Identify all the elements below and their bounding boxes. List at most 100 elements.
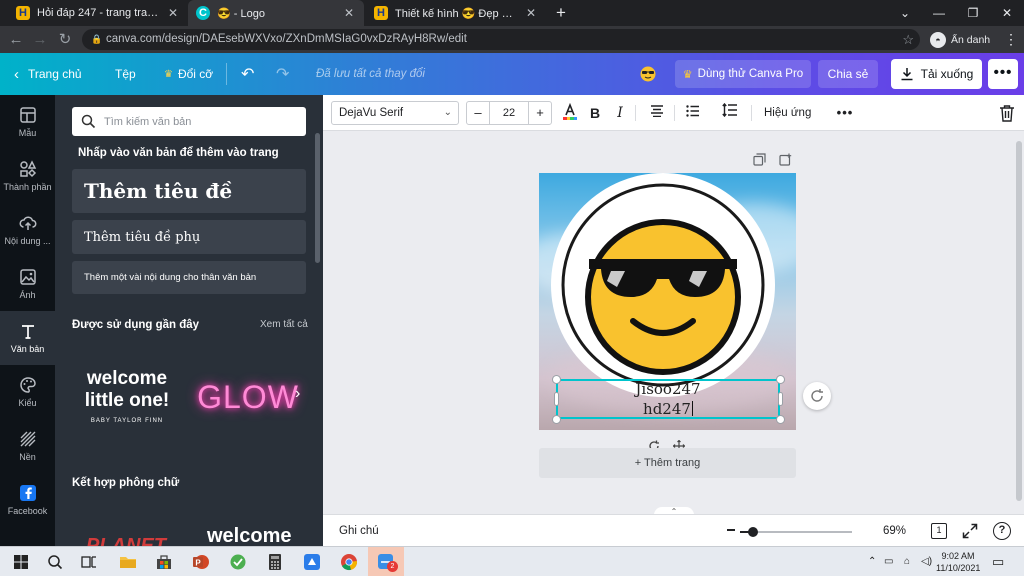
powerpoint-icon[interactable]: P [190, 551, 212, 573]
add-heading-button[interactable]: Thêm tiêu đề [72, 169, 306, 213]
forward-arrow-icon[interactable]: → [30, 30, 50, 50]
minimize-button[interactable]: — [922, 0, 956, 26]
zoom-value[interactable]: 69% [883, 515, 906, 547]
tab-title: 😎 - Logo [217, 7, 265, 20]
app-green-icon[interactable] [227, 551, 249, 573]
incognito-profile[interactable]: ◓ Ẩn danh [930, 30, 990, 49]
file-explorer-icon[interactable] [117, 551, 139, 573]
add-page-button[interactable]: + Thêm trang [539, 448, 796, 478]
close-icon[interactable]: ✕ [342, 6, 356, 20]
rail-item-facebook[interactable]: Facebook [0, 473, 55, 527]
taskbar-active-app[interactable]: 2 [368, 547, 404, 576]
rail-item-uploads[interactable]: Nội dung ... [0, 203, 55, 257]
duplicate-page-icon[interactable] [753, 153, 766, 166]
design-artboard[interactable]: Jisoo247 hd247 [539, 173, 796, 430]
editor-scrollbar[interactable] [1014, 131, 1024, 507]
star-icon[interactable]: ☆ [902, 29, 914, 50]
browser-tab-thietke[interactable]: H Thiết kế hình 😎 Đẹp vô nhó cầu ✕ [366, 0, 546, 26]
zoom-slider[interactable] [740, 527, 852, 537]
help-button[interactable]: ? [993, 522, 1011, 540]
rail-item-photos[interactable]: Ảnh [0, 257, 55, 311]
search-icon [81, 114, 96, 129]
italic-button[interactable]: I [610, 103, 630, 123]
rail-item-elements[interactable]: Thành phần [0, 149, 55, 203]
more-options-button[interactable]: ••• [988, 59, 1018, 89]
recent-template-glow[interactable]: GLOW [195, 357, 301, 437]
resize-handle[interactable] [554, 392, 559, 406]
calculator-icon[interactable] [264, 551, 286, 573]
tab-title: Thiết kế hình 😎 Đẹp vô nhó cầu [395, 7, 518, 20]
undo-icon[interactable]: ↶ [241, 53, 254, 95]
panel-scrollbar[interactable] [315, 133, 320, 263]
resize-handle[interactable] [778, 392, 783, 406]
home-button[interactable]: ‹ Trang chủ [14, 53, 82, 95]
tab-search-icon[interactable]: ⌄ [888, 0, 922, 26]
text-color-button[interactable] [560, 102, 580, 123]
close-icon[interactable]: ✕ [524, 6, 538, 20]
chevron-right-icon[interactable]: › [295, 385, 311, 405]
file-menu-button[interactable]: Tệp [115, 53, 136, 95]
combo-welcome[interactable]: welcome [207, 525, 291, 546]
align-center-icon[interactable] [647, 103, 667, 123]
font-size-value[interactable]: 22 [489, 102, 529, 124]
redo-icon[interactable]: ↷ [276, 53, 289, 95]
rail-item-background[interactable]: Nền [0, 419, 55, 473]
browser-tab-logo[interactable]: C 😎 - Logo ✕ [188, 0, 364, 26]
notes-button[interactable]: Ghi chú [339, 515, 379, 547]
system-clock[interactable]: 9:02 AM 11/10/2021 [936, 550, 980, 574]
resize-handle[interactable] [552, 415, 561, 424]
add-body-text-button[interactable]: Thêm một vài nội dung cho thân văn bản [72, 261, 306, 294]
fullscreen-icon[interactable] [962, 523, 978, 539]
zoom-out-icon[interactable] [727, 529, 735, 531]
zoom-slider-handle[interactable] [748, 527, 759, 537]
back-arrow-icon[interactable]: ← [6, 30, 26, 50]
magic-refresh-button[interactable] [803, 382, 831, 410]
volume-icon[interactable]: ◁) [921, 547, 932, 576]
combo-planet[interactable]: PLANET [86, 535, 166, 546]
add-subheading-button[interactable]: Thêm tiêu đề phụ [72, 220, 306, 254]
reload-icon[interactable]: ↻ [55, 30, 75, 50]
resize-button[interactable]: ♛ Đổi cỡ [164, 53, 213, 95]
decrease-size-button[interactable]: – [467, 102, 489, 124]
chrome-icon[interactable] [338, 551, 360, 573]
close-icon[interactable]: ✕ [166, 6, 180, 20]
line-spacing-icon[interactable] [720, 102, 740, 123]
bold-button[interactable]: B [585, 103, 605, 123]
app-blue-icon[interactable] [301, 551, 323, 573]
try-pro-button[interactable]: ♛ Dùng thử Canva Pro [675, 60, 811, 88]
more-options-icon[interactable]: ••• [835, 103, 855, 123]
search-icon[interactable] [44, 551, 66, 573]
download-button[interactable]: Tải xuống [891, 59, 982, 89]
url-field[interactable]: 🔒 canva.com/design/DAEsebWXVxo/ZXnDmMSIa… [82, 29, 920, 50]
rail-item-styles[interactable]: Kiểu [0, 365, 55, 419]
resize-handle[interactable] [776, 415, 785, 424]
effects-button[interactable]: Hiệu ứng [764, 95, 811, 131]
browser-tab-hoidap[interactable]: H Hỏi đáp 247 - trang tra loi ✕ [8, 0, 188, 26]
rail-item-templates[interactable]: Mẫu [0, 95, 55, 149]
store-icon[interactable] [153, 551, 175, 573]
task-view-icon[interactable] [78, 551, 100, 573]
notifications-icon[interactable]: ▭ [992, 547, 1004, 576]
restore-button[interactable]: ❐ [956, 0, 990, 26]
rail-item-text[interactable]: Văn bản [0, 311, 55, 365]
tray-chevron-icon[interactable]: ⌃ [868, 547, 876, 576]
increase-size-button[interactable]: + [529, 102, 551, 124]
add-page-icon[interactable] [779, 153, 792, 166]
battery-icon[interactable]: ▭ [884, 547, 893, 576]
scrollbar-thumb[interactable] [1016, 141, 1022, 501]
new-tab-button[interactable]: + [551, 3, 571, 23]
font-family-select[interactable]: DejaVu Serif ⌄ [331, 101, 459, 125]
trash-icon[interactable] [999, 104, 1015, 122]
page-count-button[interactable]: 1 [931, 523, 947, 539]
resize-handle[interactable] [776, 375, 785, 384]
resize-handle[interactable] [552, 375, 561, 384]
share-button[interactable]: Chia sẻ [818, 60, 878, 88]
list-icon[interactable] [683, 103, 703, 123]
browser-menu-icon[interactable]: ⋮ [1004, 30, 1018, 49]
recent-template-welcome[interactable]: welcome little one! BABY TAYLOR FINN [72, 357, 182, 437]
windows-start-icon[interactable] [10, 551, 32, 573]
see-all-link[interactable]: Xem tất cả [260, 319, 308, 330]
network-icon[interactable]: ⌂ [904, 547, 910, 576]
search-input[interactable] [104, 107, 300, 136]
close-window-button[interactable]: ✕ [990, 0, 1024, 26]
